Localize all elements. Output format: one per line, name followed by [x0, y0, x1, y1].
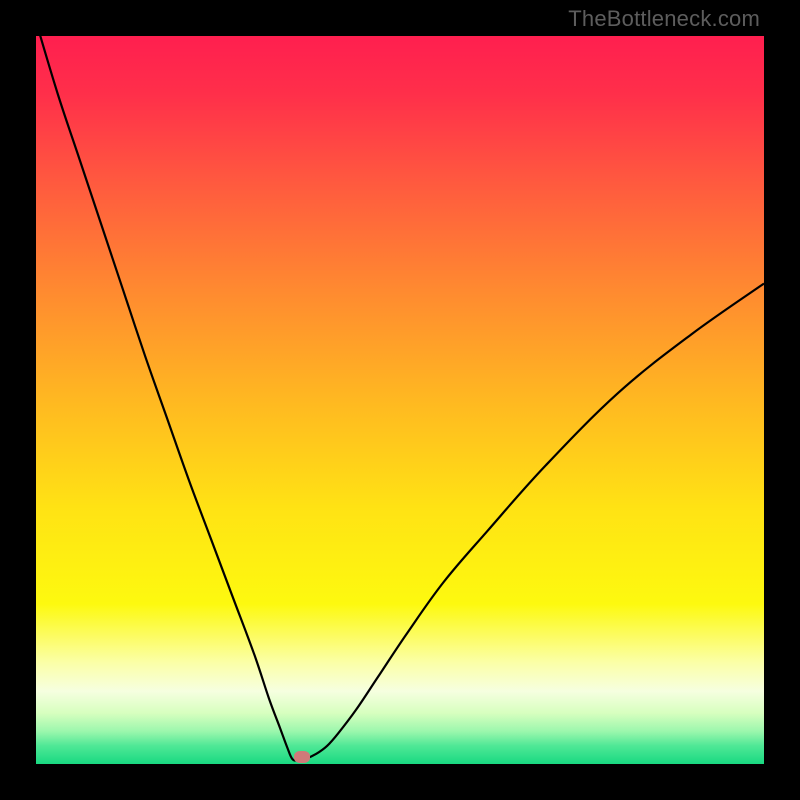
bottleneck-curve — [36, 36, 764, 761]
plot-area — [36, 36, 764, 764]
chart-frame: TheBottleneck.com — [0, 0, 800, 800]
curve-layer — [36, 36, 764, 764]
watermark-text: TheBottleneck.com — [568, 6, 760, 32]
optimum-marker — [294, 751, 310, 763]
